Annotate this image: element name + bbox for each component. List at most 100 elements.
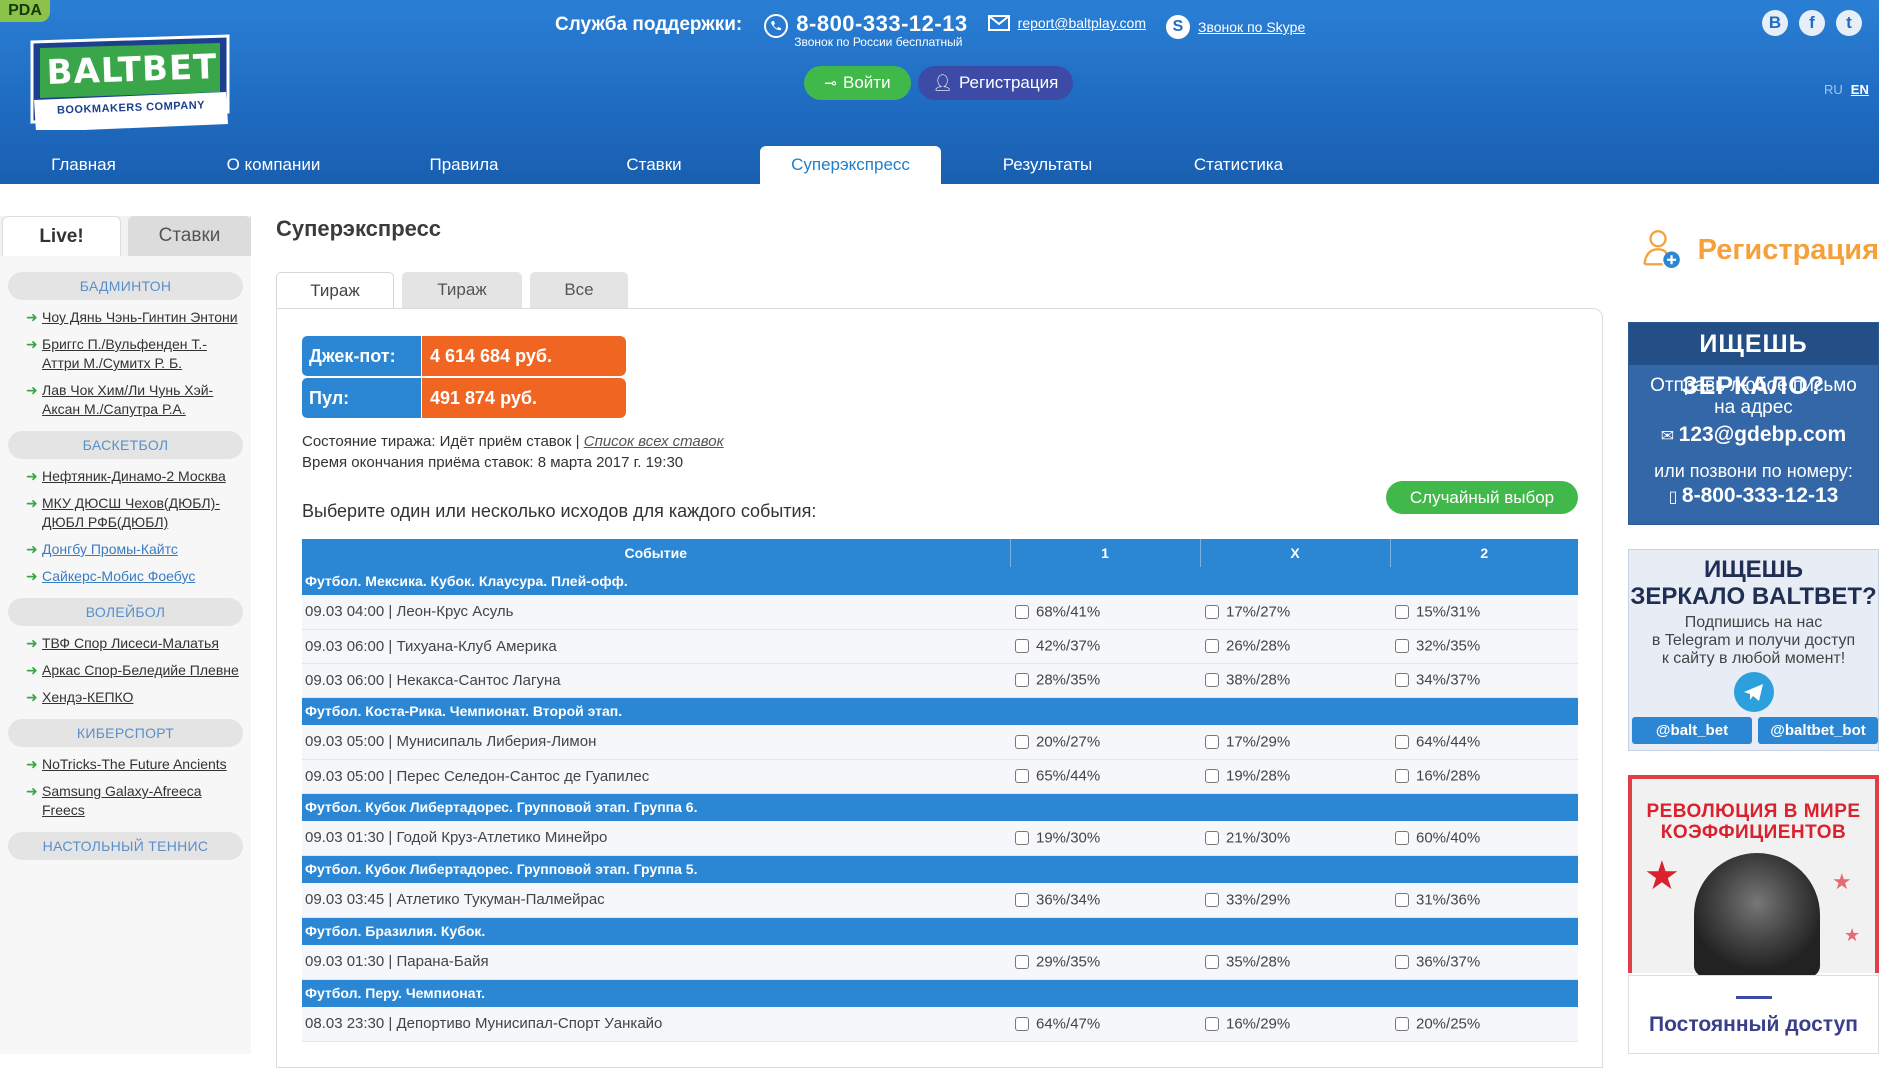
tab-live[interactable]: Live!: [2, 216, 121, 256]
tab-bets[interactable]: Ставки: [128, 216, 251, 256]
live-match[interactable]: ➜ Лав Чок Хим/Ли Чунь Хэй-Аксан М./Сапутр…: [0, 373, 251, 419]
match-link[interactable]: NoTricks-The Future Ancients: [42, 755, 227, 774]
outcome-2-checkbox[interactable]: [1395, 769, 1409, 784]
sport-header-badminton[interactable]: БАДМИНТОН: [8, 272, 243, 300]
live-match[interactable]: ➜ Чоу Дянь Чэнь-Гинтин Энтони: [0, 300, 251, 327]
outcome-x-checkbox[interactable]: [1205, 955, 1219, 970]
match-link[interactable]: МКУ ДЮСШ Чехов(ДЮБЛ)-ДЮБЛ РФБ(ДЮБЛ): [42, 494, 241, 532]
mirror-banner[interactable]: ИЩЕШЬ ЗЕРКАЛО? Отправь любое письмо на а…: [1628, 322, 1879, 525]
match-link[interactable]: Сайкерс-Мобис Фоебус: [42, 567, 195, 586]
sport-header-basketball[interactable]: БАСКЕТБОЛ: [8, 431, 243, 459]
support-email[interactable]: report@baltplay.com: [987, 15, 1146, 31]
nav-item-bets[interactable]: Ставки: [608, 146, 700, 184]
permanent-access-banner[interactable]: Постоянный доступ: [1628, 975, 1879, 1054]
mobile-icon: ▯: [1668, 489, 1682, 506]
outcome-x-checkbox[interactable]: [1205, 769, 1219, 784]
outcome-2-checkbox[interactable]: [1395, 1017, 1409, 1032]
outcome-x-checkbox[interactable]: [1205, 831, 1219, 846]
nav-item-statistics[interactable]: Статистика: [1180, 146, 1297, 184]
outcome-x-checkbox[interactable]: [1205, 735, 1219, 750]
draw-state: Состояние тиража: Идёт приём ставок | Сп…: [302, 433, 724, 450]
outcome-1-checkbox[interactable]: [1015, 893, 1029, 908]
live-match[interactable]: ➜ Хендэ-КЕПКО: [0, 680, 251, 707]
outcome-x-checkbox[interactable]: [1205, 673, 1219, 688]
register-button[interactable]: 👤︎ Регистрация: [918, 66, 1073, 100]
outcome-1-checkbox[interactable]: [1015, 831, 1029, 846]
match-link[interactable]: Чоу Дянь Чэнь-Гинтин Энтони: [42, 308, 238, 327]
twitter-icon[interactable]: t: [1836, 10, 1862, 36]
outcome-2-checkbox[interactable]: [1395, 955, 1409, 970]
outcome-2-checkbox[interactable]: [1395, 605, 1409, 620]
live-match[interactable]: ➜ Бриггс П./Вульфенден Т.-Аттри М./Сумитх…: [0, 327, 251, 373]
outcome-x-checkbox[interactable]: [1205, 893, 1219, 908]
outcome-x-checkbox[interactable]: [1205, 605, 1219, 620]
telegram-banner[interactable]: ИЩЕШЬ ЗЕРКАЛО BALTBET? Подпишись на нас …: [1628, 549, 1879, 751]
telegram-channel-button[interactable]: @balt_bet: [1632, 717, 1752, 744]
baltbet-logo[interactable]: BALTBET BOOKMAKERS COMPANY: [28, 32, 232, 132]
nav-item-results[interactable]: Результаты: [990, 146, 1105, 184]
outcome-2-checkbox[interactable]: [1395, 893, 1409, 908]
match-link[interactable]: ТВФ Спор Лисеси-Малатья: [42, 634, 219, 653]
match-link[interactable]: Аркас Спор-Беледийе Плевне: [42, 661, 239, 680]
telegram-line2: в Telegram и получи доступ: [1651, 632, 1856, 649]
outcome-1-checkbox[interactable]: [1015, 605, 1029, 620]
outcome-1-checkbox[interactable]: [1015, 735, 1029, 750]
nav-item-about[interactable]: О компании: [210, 146, 337, 184]
match-link[interactable]: Донгбу Промы-Кайтс: [42, 540, 178, 559]
match-link[interactable]: Нефтяник-Динамо-2 Москва: [42, 467, 226, 486]
outcome-x-checkbox[interactable]: [1205, 639, 1219, 654]
skype-link[interactable]: Звонок по Skype: [1198, 19, 1305, 35]
outcome-1-checkbox[interactable]: [1015, 673, 1029, 688]
match-link[interactable]: Бриггс П./Вульфенден Т.-Аттри М./Сумитх …: [42, 335, 241, 373]
nav-item-rules[interactable]: Правила: [414, 146, 514, 184]
login-button[interactable]: ⊸ Войти: [804, 66, 911, 100]
support-phone[interactable]: 8-800-333-12-13 Звонок по России бесплат…: [764, 12, 967, 49]
sidebar-tabs: Live! Ставки: [0, 216, 251, 256]
live-match[interactable]: ➜ Аркас Спор-Беледийе Плевне: [0, 653, 251, 680]
facebook-icon[interactable]: f: [1799, 10, 1825, 36]
live-match[interactable]: ➜ Нефтяник-Динамо-2 Москва: [0, 459, 251, 486]
live-match[interactable]: ➜ Сайкерс-Мобис Фоебус: [0, 559, 251, 586]
outcome-1-checkbox[interactable]: [1015, 955, 1029, 970]
support-skype[interactable]: S Звонок по Skype: [1166, 15, 1305, 39]
random-choice-button[interactable]: Случайный выбор: [1386, 481, 1578, 514]
nav-item-home[interactable]: Главная: [25, 146, 142, 184]
event-group-title: Футбол. Кубок Либертадорес. Групповой эт…: [302, 793, 1578, 821]
match-link[interactable]: Хендэ-КЕПКО: [42, 688, 133, 707]
live-match[interactable]: ➜ NoTricks-The Future Ancients: [0, 747, 251, 774]
pda-link[interactable]: PDA: [0, 0, 50, 22]
side-register-link[interactable]: Регистрация: [1640, 218, 1879, 282]
sport-header-table-tennis[interactable]: НАСТОЛЬНЫЙ ТЕННИС: [8, 832, 243, 860]
all-bets-link[interactable]: Список всех ставок: [584, 433, 724, 450]
tab-draw-1596[interactable]: Тираж №1596: [402, 272, 522, 335]
outcome-1-checkbox[interactable]: [1015, 639, 1029, 654]
live-match[interactable]: ➜ МКУ ДЮСШ Чехов(ДЮБЛ)-ДЮБЛ РФБ(ДЮБЛ): [0, 486, 251, 532]
outcome-2-checkbox[interactable]: [1395, 639, 1409, 654]
sport-header-volleyball[interactable]: ВОЛЕЙБОЛ: [8, 598, 243, 626]
outcome-1-percent: 68%/41%: [1036, 603, 1101, 621]
telegram-bot-button[interactable]: @baltbet_bot: [1758, 717, 1878, 744]
match-link[interactable]: Лав Чок Хим/Ли Чунь Хэй-Аксан М./Сапутра…: [42, 381, 241, 419]
outcome-1-cell: 19%/30%: [1010, 821, 1200, 856]
lang-en[interactable]: EN: [1851, 82, 1869, 97]
outcome-2-checkbox[interactable]: [1395, 831, 1409, 846]
live-match[interactable]: ➜ Донгбу Промы-Кайтс: [0, 532, 251, 559]
tab-all-draws[interactable]: Все тиражи: [530, 272, 628, 335]
live-match[interactable]: ➜ Samsung Galaxy-Afreeca Freecs: [0, 774, 251, 820]
sport-header-esports[interactable]: КИБЕРСПОРТ: [8, 719, 243, 747]
arrow-right-icon: ➜: [26, 689, 38, 705]
outcome-2-checkbox[interactable]: [1395, 673, 1409, 688]
vk-icon[interactable]: В: [1762, 10, 1788, 36]
match-link[interactable]: Samsung Galaxy-Afreeca Freecs: [42, 782, 241, 820]
outcome-x-checkbox[interactable]: [1205, 1017, 1219, 1032]
outcome-1-checkbox[interactable]: [1015, 769, 1029, 784]
odds-revolution-banner[interactable]: РЕВОЛЮЦИЯ В МИРЕ КОЭФФИЦИЕНТОВ ★ ★ ★: [1628, 775, 1879, 977]
email-link[interactable]: report@baltplay.com: [1018, 15, 1146, 31]
tab-draw-1597[interactable]: Тираж №1597: [276, 272, 394, 336]
live-match[interactable]: ➜ ТВФ Спор Лисеси-Малатья: [0, 626, 251, 653]
outcome-1-checkbox[interactable]: [1015, 1017, 1029, 1032]
side-register-label: Регистрация: [1697, 233, 1879, 266]
nav-item-superexpress[interactable]: Суперэкспресс: [760, 146, 941, 184]
outcome-2-checkbox[interactable]: [1395, 735, 1409, 750]
lang-ru[interactable]: RU: [1824, 82, 1843, 97]
